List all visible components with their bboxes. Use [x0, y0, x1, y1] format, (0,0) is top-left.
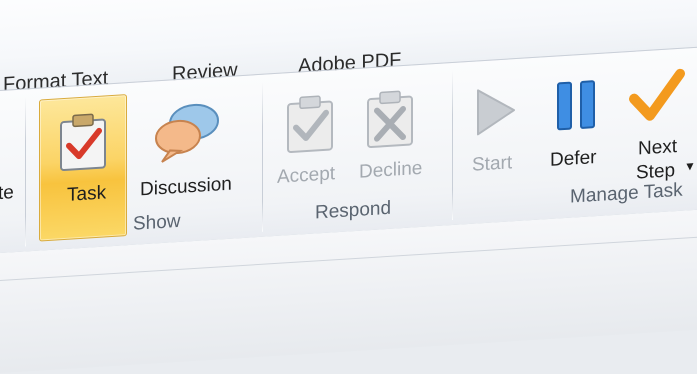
- next-step-label-line1: Next: [638, 136, 678, 160]
- accept-label: Accept: [277, 163, 336, 188]
- group-separator: [25, 96, 26, 247]
- group-separator: [452, 69, 453, 220]
- clipboard-x-icon: [367, 90, 413, 149]
- decline-label: Decline: [359, 157, 423, 183]
- group-separator: [262, 81, 263, 232]
- group-label-show: Show: [133, 210, 181, 235]
- clipboard-check-icon: [287, 95, 333, 153]
- accept-button[interactable]: Accept: [272, 80, 352, 195]
- clipboard-check-icon: [60, 113, 106, 172]
- decline-button[interactable]: Decline: [352, 75, 436, 190]
- discussion-label: Discussion: [140, 173, 232, 201]
- speech-bubbles-icon: [155, 103, 219, 163]
- play-icon: [477, 89, 515, 136]
- checkmark-icon: [629, 68, 685, 121]
- defer-label: Defer: [550, 147, 597, 171]
- pause-icon: [557, 80, 595, 131]
- next-step-button[interactable]: Next Step ▼: [620, 58, 697, 188]
- partial-button-label[interactable]: te: [0, 182, 14, 205]
- task-button[interactable]: Task: [39, 94, 127, 242]
- group-label-respond: Respond: [315, 197, 392, 224]
- task-label: Task: [67, 182, 107, 206]
- discussion-button[interactable]: Discussion: [136, 86, 254, 213]
- chevron-down-icon: ▼: [684, 158, 696, 174]
- start-button[interactable]: Start: [462, 69, 532, 183]
- start-label: Start: [472, 152, 513, 176]
- defer-button[interactable]: Defer: [540, 64, 614, 179]
- outlook-ribbon: Format Text Review Adobe PDF te Task Dis…: [0, 0, 697, 374]
